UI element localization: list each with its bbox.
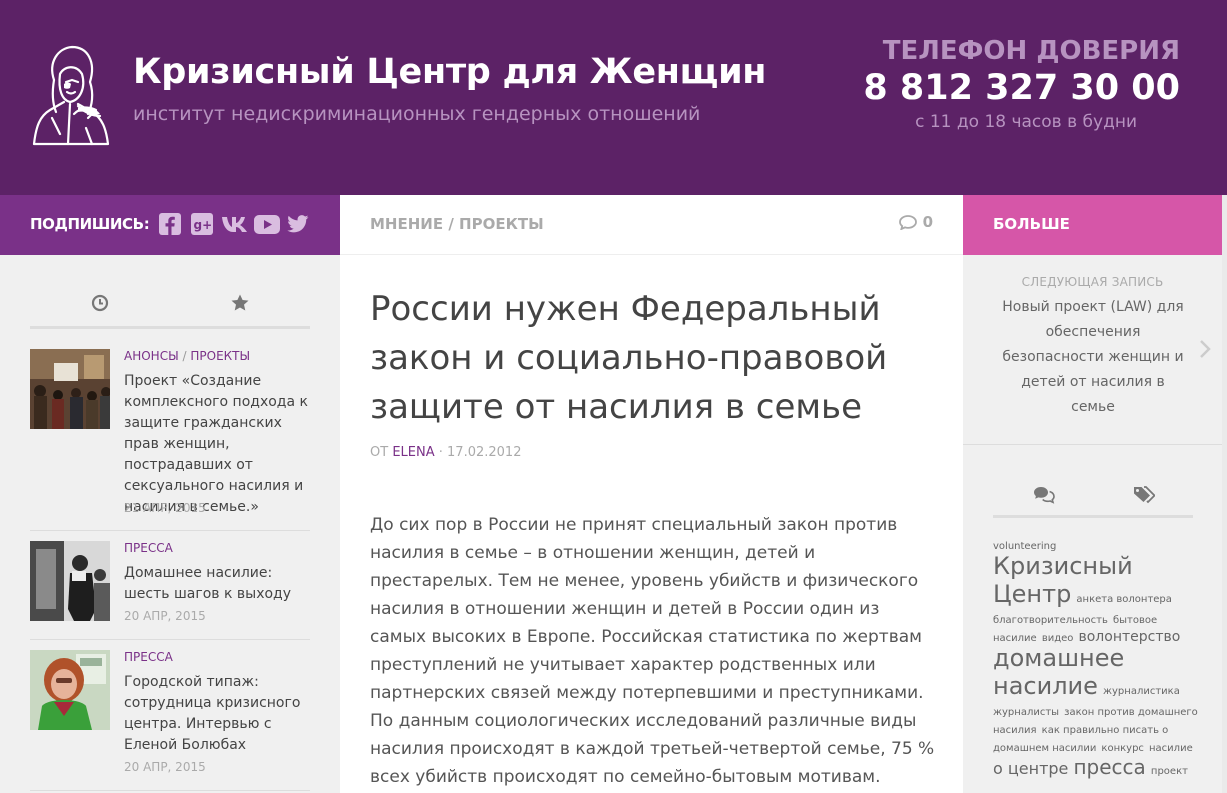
page-edge bbox=[1222, 195, 1227, 793]
article-title: России нужен Федеральный закон и социаль… bbox=[370, 289, 888, 427]
article-byline: ОТ ELENA · 17.02.2012 bbox=[370, 445, 521, 460]
post-date: 20 АПР, 2015 bbox=[124, 609, 206, 623]
sidebar-post[interactable]: ПРЕССА Городской типаж: сотрудница кризи… bbox=[30, 650, 310, 780]
post-category[interactable]: АНОНСЫ bbox=[124, 349, 179, 363]
facebook-icon[interactable] bbox=[159, 211, 181, 237]
post-categories: ПРЕССА bbox=[124, 541, 173, 555]
post-category[interactable]: ПРОЕКТЫ bbox=[190, 349, 250, 363]
comment-icon bbox=[898, 214, 917, 230]
tags-icon[interactable] bbox=[1133, 485, 1155, 505]
article-paragraph: По данным социологических исследований р… bbox=[370, 711, 935, 787]
divider bbox=[30, 530, 310, 531]
post-thumbnail[interactable] bbox=[30, 541, 110, 621]
site-header: Кризисный Центр для Женщин институт неди… bbox=[0, 0, 1227, 195]
hotline-hours: с 11 до 18 часов в будни bbox=[915, 112, 1137, 132]
post-categories: ПРЕССА bbox=[124, 650, 173, 664]
google-plus-icon[interactable]: g+ bbox=[191, 211, 213, 237]
breadcrumb: МНЕНИЕ / ПРОЕКТЫ bbox=[370, 215, 544, 233]
tag-link[interactable]: насилие bbox=[1149, 743, 1193, 754]
next-post-label: СЛЕДУЮЩАЯ ЗАПИСЬ bbox=[1021, 275, 1164, 289]
left-sidebar: АНОНСЫ / ПРОЕКТЫ Проект «Создание компле… bbox=[0, 255, 340, 793]
twitter-icon[interactable] bbox=[287, 211, 309, 237]
next-post[interactable]: СЛЕДУЮЩАЯ ЗАПИСЬ Новый проект (LAW) для … bbox=[963, 255, 1222, 445]
hotline-phone[interactable]: 8 812 327 30 00 bbox=[863, 68, 1180, 108]
post-title[interactable]: Городской типаж: сотрудница кризисного ц… bbox=[124, 672, 314, 756]
vk-icon[interactable] bbox=[221, 211, 249, 237]
post-thumbnail[interactable] bbox=[30, 349, 110, 429]
article-body: До сих пор в России не принят специальны… bbox=[370, 511, 940, 791]
post-date: 21 АПР, 2015 bbox=[124, 501, 206, 515]
comment-count: 0 bbox=[922, 213, 933, 231]
tag-link[interactable]: волонтерство bbox=[1078, 629, 1180, 645]
tag-link[interactable]: анкета волонтера bbox=[1076, 594, 1172, 605]
post-date: 20 АПР, 2015 bbox=[124, 760, 206, 774]
tag-link[interactable]: журналисты bbox=[993, 707, 1059, 718]
breadcrumb-separator: / bbox=[448, 215, 454, 233]
post-title[interactable]: Домашнее насилие: шесть шагов к выходу bbox=[124, 563, 314, 605]
subscribe-label: ПОДПИШИСЬ: bbox=[30, 215, 150, 233]
post-thumbnail[interactable] bbox=[30, 650, 110, 730]
site-description: институт недискриминационных гендерных о… bbox=[133, 103, 701, 125]
next-post-title[interactable]: Новый проект (LAW) для обеспечения безоп… bbox=[998, 295, 1188, 420]
comment-count-link[interactable]: 0 bbox=[898, 213, 933, 231]
left-sidebar-tabs bbox=[30, 291, 310, 329]
breadcrumb-category-projects[interactable]: ПРОЕКТЫ bbox=[459, 215, 544, 233]
byline-prefix: ОТ bbox=[370, 445, 389, 460]
star-icon[interactable] bbox=[230, 293, 250, 313]
right-sidebar: СЛЕДУЮЩАЯ ЗАПИСЬ Новый проект (LAW) для … bbox=[963, 255, 1222, 793]
tag-link[interactable]: конкурс bbox=[1101, 743, 1144, 754]
right-sidebar-tabs bbox=[993, 483, 1193, 518]
more-bar[interactable]: БОЛЬШЕ bbox=[963, 195, 1222, 255]
hotline-label: ТЕЛЕФОН ДОВЕРИЯ bbox=[882, 36, 1180, 66]
clock-icon[interactable] bbox=[90, 293, 110, 313]
tag-link[interactable]: журналистика bbox=[1103, 686, 1180, 697]
subscribe-bar: ПОДПИШИСЬ: g+ bbox=[0, 195, 340, 255]
tag-link[interactable]: проект bbox=[1151, 766, 1188, 777]
tag-link[interactable]: благотворительность bbox=[993, 615, 1108, 626]
tag-link[interactable]: пресса bbox=[1073, 755, 1145, 779]
divider bbox=[30, 790, 310, 791]
main-content: России нужен Федеральный закон и социаль… bbox=[340, 255, 963, 793]
divider bbox=[30, 639, 310, 640]
youtube-icon[interactable] bbox=[254, 211, 280, 237]
article-paragraph: До сих пор в России не принят специальны… bbox=[370, 515, 924, 703]
tag-link[interactable]: volunteering bbox=[993, 541, 1056, 552]
post-categories: АНОНСЫ / ПРОЕКТЫ bbox=[124, 349, 251, 363]
tag-cloud: volunteering Кризисный Центр анкета воло… bbox=[993, 535, 1198, 779]
post-meta-bar: МНЕНИЕ / ПРОЕКТЫ 0 bbox=[340, 195, 963, 255]
tag-link[interactable]: о центре bbox=[993, 759, 1068, 778]
breadcrumb-category-opinion[interactable]: МНЕНИЕ bbox=[370, 215, 443, 233]
article-date: · 17.02.2012 bbox=[438, 445, 522, 460]
sidebar-post[interactable]: ПРЕССА Домашнее насилие: шесть шагов к в… bbox=[30, 541, 310, 626]
logo-icon[interactable] bbox=[30, 44, 112, 148]
more-label: БОЛЬШЕ bbox=[993, 215, 1070, 233]
site-title[interactable]: Кризисный Центр для Женщин bbox=[133, 52, 766, 92]
sidebar-post[interactable]: АНОНСЫ / ПРОЕКТЫ Проект «Создание компле… bbox=[30, 349, 310, 519]
post-title[interactable]: Проект «Создание комплексного подхода к … bbox=[124, 371, 314, 518]
svg-text:g+: g+ bbox=[194, 218, 213, 232]
comments-icon[interactable] bbox=[1033, 485, 1055, 505]
post-category[interactable]: ПРЕССА bbox=[124, 541, 173, 555]
post-category[interactable]: ПРЕССА bbox=[124, 650, 173, 664]
author-link[interactable]: ELENA bbox=[392, 445, 434, 460]
chevron-right-icon[interactable] bbox=[1198, 338, 1212, 360]
tag-link[interactable]: видео bbox=[1042, 633, 1074, 644]
